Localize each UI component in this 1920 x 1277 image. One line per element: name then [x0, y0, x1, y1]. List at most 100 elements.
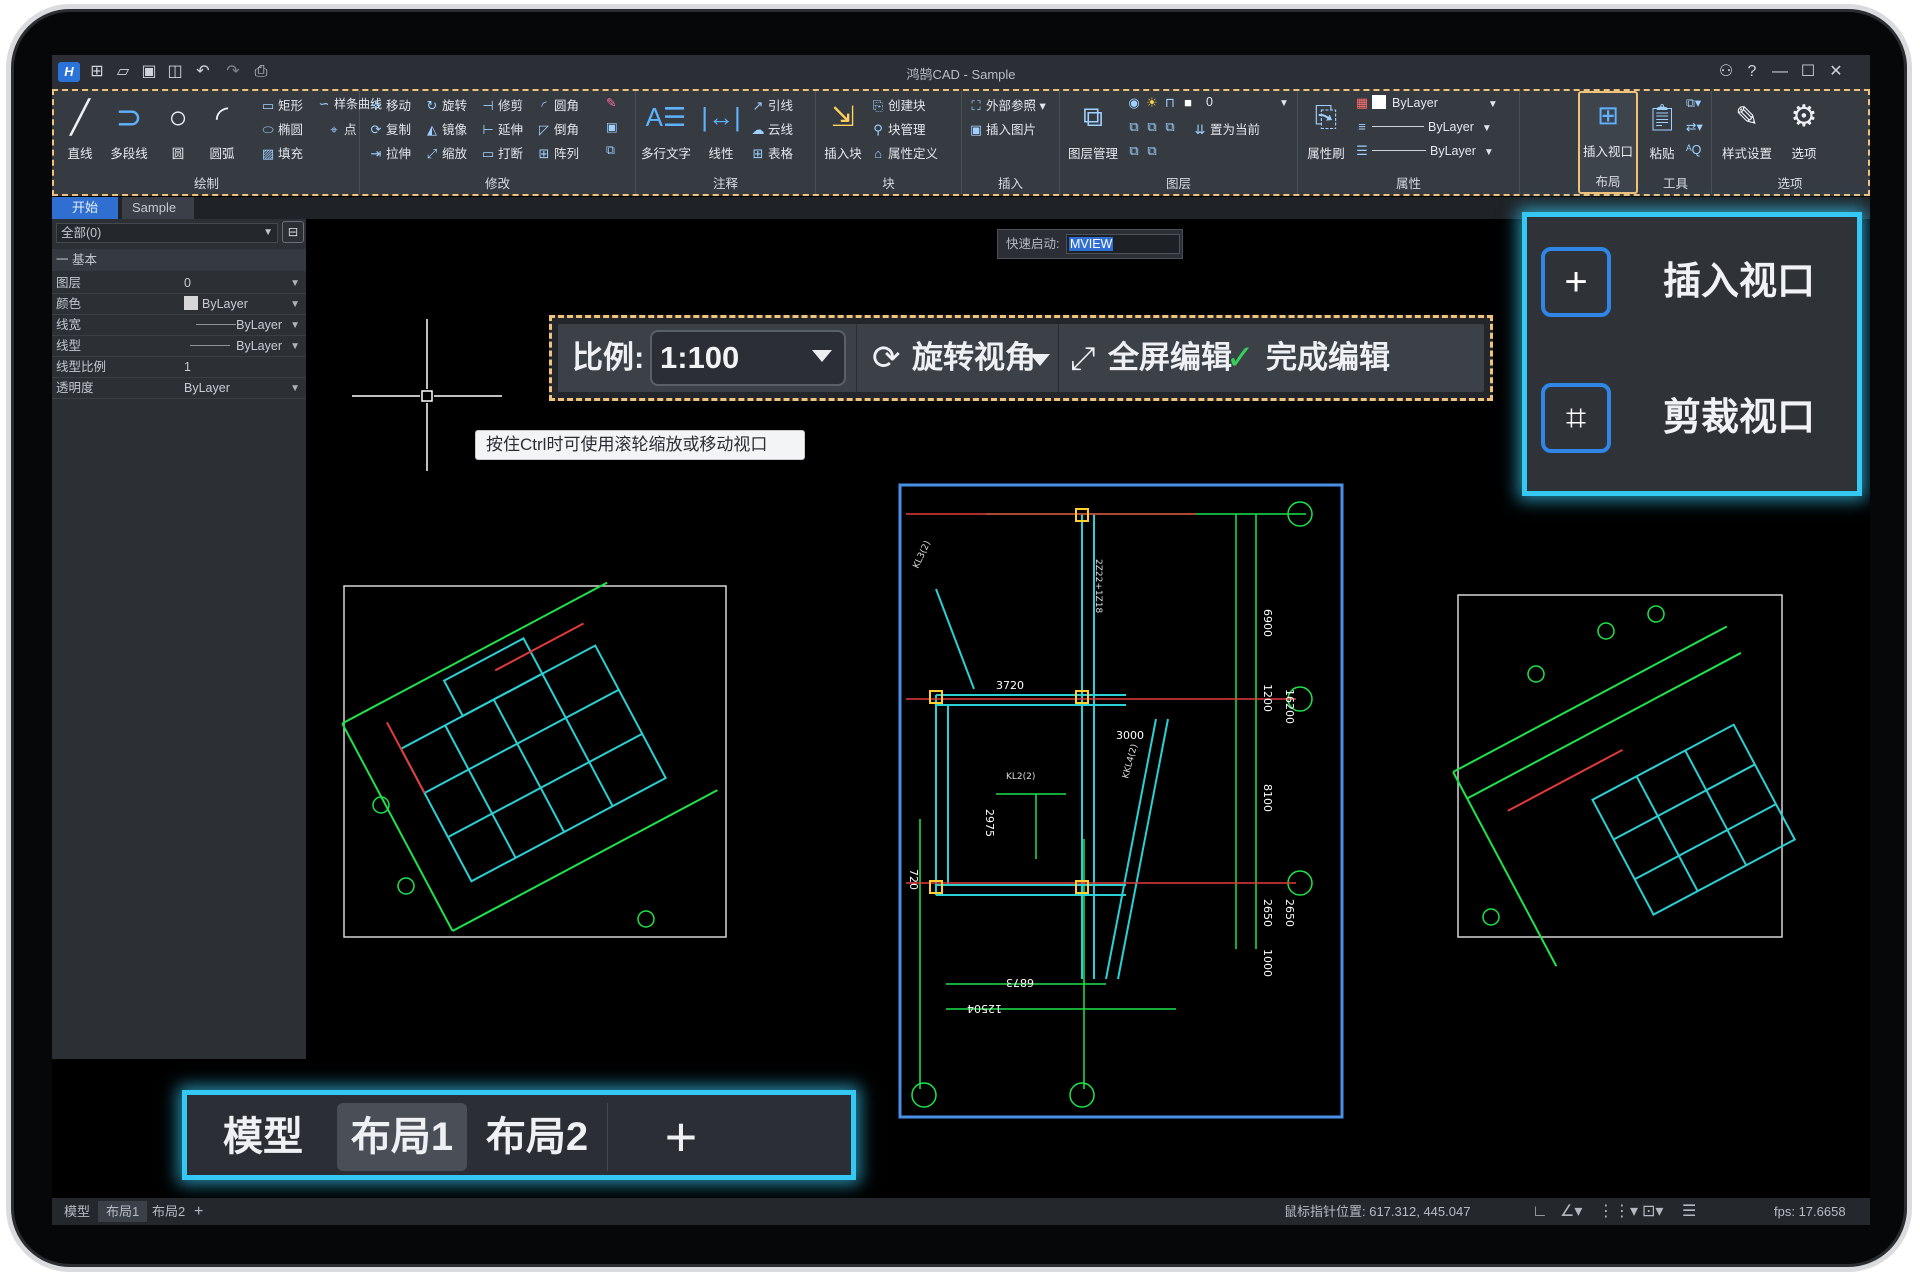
chamfer-button[interactable]: ◸ 倒角 [536, 119, 579, 138]
copy-icon: ⟳ [370, 122, 382, 137]
tab-model-large[interactable]: 模型 [193, 1103, 333, 1171]
array-button[interactable]: ⊞ 阵列 [536, 143, 579, 162]
properties-panel: 全部(0) ▼ ⊟ 一 基本 图层 0 ▼ 颜色 ByLayer ▼ 线宽 ByLayer ▼… [52, 219, 306, 1059]
add-layout-icon[interactable]: + [611, 1103, 751, 1171]
copy-clip-icon[interactable]: ⧉▾ [1686, 95, 1701, 111]
attdef-button[interactable]: ⌂ 属性定义 [870, 143, 938, 162]
prop-row-transparency[interactable]: 透明度 ByLayer ▼ [52, 378, 306, 399]
current-layer-select[interactable]: 0 ▼ [1206, 95, 1289, 109]
attdef-icon: ⌂ [874, 146, 882, 161]
scale-button[interactable]: ⤢ 缩放 [424, 143, 467, 162]
hatch-button[interactable]: ▨ 填充 [260, 143, 303, 162]
scale-select[interactable]: 1:100 [650, 330, 846, 386]
line-button[interactable]: ╱ 直线 [60, 97, 100, 162]
leader-button[interactable]: ↗ 引线 [750, 95, 793, 114]
prop-row-linetype[interactable]: 线型 ByLayer ▼ [52, 336, 306, 357]
style-settings-button[interactable]: ✎ 样式设置 [1716, 97, 1778, 162]
move-button[interactable]: ✛ 移动 [368, 95, 411, 114]
section-basic[interactable]: 一 基本 [52, 249, 306, 271]
extend-button[interactable]: ⊢ 延伸 [480, 119, 523, 138]
viewport-left[interactable] [341, 581, 727, 938]
tab-layout2-large[interactable]: 布局2 [471, 1103, 603, 1171]
rect-button[interactable]: ▭ 矩形 [260, 95, 303, 114]
polar-icon[interactable]: ∠▾ [1560, 1201, 1582, 1222]
layer-more-icons[interactable]: ⧉ ⧉ [1126, 143, 1162, 159]
prop-row-layer[interactable]: 图层 0 ▼ [52, 273, 306, 294]
linetype-select[interactable]: ≡ ByLayer ▼ [1354, 119, 1492, 134]
layer-tool-icons[interactable]: ⧉ ⧉ ⧉ [1126, 119, 1180, 135]
explode-icon[interactable]: ⧉ [606, 143, 615, 158]
tab-layout1[interactable]: 布局1 [98, 1201, 148, 1222]
insert-viewport-item[interactable]: + 插入视口 [1527, 219, 1857, 349]
dim-3720: 3720 [996, 679, 1024, 692]
prop-row-ltscale[interactable]: 线型比例 1 [52, 357, 306, 378]
quick-select-icon[interactable]: ⊟ [282, 221, 304, 243]
paste-button[interactable]: 📋︎ 粘贴 [1642, 97, 1682, 162]
table-button[interactable]: ⊞ 表格 [750, 143, 793, 162]
trim-button[interactable]: ⊣ 修剪 [480, 95, 523, 114]
viewport-right[interactable] [1452, 594, 1830, 967]
crop-icon: ⌗ [1541, 383, 1611, 453]
ortho-icon[interactable]: ∟ [1532, 1201, 1548, 1222]
break-button[interactable]: ▭ 打断 [480, 143, 523, 162]
group-insert: ⛶ 外部参照 ▾ ▣ 插入图片 插入 [962, 91, 1060, 194]
dim-2975: 2975 [983, 809, 996, 837]
tab-layout2[interactable]: 布局2 [144, 1201, 193, 1222]
xref-button[interactable]: ⛶ 外部参照 ▾ [968, 95, 1045, 114]
insert-viewport-ribbon-button[interactable]: ⊞ 插入视口 [1580, 95, 1636, 160]
fillet-button[interactable]: ◜ 圆角 [536, 95, 579, 114]
viewport-popup-menu: + 插入视口 ⌗ 剪裁视口 [1522, 212, 1862, 496]
mirror-button[interactable]: ◭ 镜像 [424, 119, 467, 138]
circle-button[interactable]: ○ 圆 [158, 97, 198, 162]
polyline-button[interactable]: ⊃ 多段线 [102, 97, 156, 162]
selection-filter[interactable]: 全部(0) ▼ [56, 223, 278, 243]
close-button[interactable]: ✕ [1824, 60, 1848, 84]
fullscreen-edit-button[interactable]: ⤢ 全屏编辑 [1066, 328, 1232, 388]
quick-launch-input[interactable]: MVIEW [1066, 234, 1180, 254]
finish-edit-button[interactable]: ✓ 完成编辑 [1224, 328, 1394, 388]
point-button[interactable]: ⌖ 点 [326, 119, 356, 138]
cloud-button[interactable]: ☁ 云线 [750, 119, 794, 138]
erase-icon[interactable]: ✎ [606, 95, 616, 110]
prop-row-lineweight[interactable]: 线宽 ByLayer ▼ [52, 315, 306, 336]
rotate-view-button[interactable]: ⟳ 旋转视角 [864, 328, 1054, 388]
linear-dim-button[interactable]: |↔| 线性 [698, 97, 744, 162]
lineweight-select[interactable]: ☰ ByLayer ▼ [1354, 143, 1494, 159]
fullscreen-icon: ⤢ [1070, 340, 1096, 376]
insert-image-button[interactable]: ▣ 插入图片 [968, 119, 1036, 138]
help-icon[interactable]: ? [1740, 60, 1764, 84]
insert-block-button[interactable]: ⇲ 插入块 [820, 97, 866, 162]
rotate-button[interactable]: ↻ 旋转 [424, 95, 467, 114]
block-manager-icon: ⚲ [873, 122, 883, 137]
tab-start[interactable]: 开始 [52, 197, 118, 219]
tab-sample[interactable]: Sample ✕ [122, 197, 194, 237]
set-current-button[interactable]: ⇊ 置为当前 [1192, 119, 1260, 138]
menu-icon[interactable]: ☰ [1682, 1201, 1696, 1222]
options-button[interactable]: ⚙ 选项 [1780, 97, 1828, 162]
user-icon[interactable]: ⚇ [1714, 60, 1738, 84]
add-layout-small-icon[interactable]: + [194, 1201, 203, 1222]
maximize-button[interactable]: ☐ [1796, 60, 1820, 84]
arc-button[interactable]: ◜ 圆弧 [200, 97, 244, 162]
match-prop-button[interactable]: ⎘ 属性刷 [1302, 97, 1350, 162]
viewport-center-selected[interactable]: 6900 16200 1200 8100 2650 2650 1000 6873… [898, 483, 1344, 1119]
offset-icon[interactable]: ▣ [606, 119, 618, 134]
copy-button[interactable]: ⟳ 复制 [368, 119, 411, 138]
prop-row-color[interactable]: 颜色 ByLayer ▼ [52, 294, 306, 315]
minimize-button[interactable]: — [1768, 60, 1792, 84]
tab-layout1-large[interactable]: 布局1 [337, 1103, 467, 1171]
create-block-button[interactable]: ⎘ 创建块 [870, 95, 926, 114]
clip-viewport-item[interactable]: ⌗ 剪裁视口 [1527, 355, 1857, 485]
layer-manager-button[interactable]: ⧉ 图层管理 [1064, 97, 1122, 162]
stretch-button[interactable]: ⇥ 拉伸 [368, 143, 411, 162]
tab-model[interactable]: 模型 [56, 1201, 98, 1222]
mtext-button[interactable]: A☰ 多行文字 [638, 97, 694, 162]
layer-status-icons[interactable]: ◉ ☀ ⊓ ■ [1126, 95, 1198, 111]
block-manager-button[interactable]: ⚲ 块管理 [870, 119, 925, 138]
color-select[interactable]: ▦ ByLayer ▼ [1354, 95, 1498, 111]
grid-icon[interactable]: ⋮⋮▾ [1598, 1201, 1638, 1222]
find-icon[interactable]: ᴬQ [1686, 143, 1701, 157]
snap-icon[interactable]: ⊡▾ [1642, 1201, 1663, 1222]
cut-icon[interactable]: ⇄▾ [1686, 119, 1703, 134]
ellipse-button[interactable]: ⬭ 椭圆 [260, 119, 303, 138]
